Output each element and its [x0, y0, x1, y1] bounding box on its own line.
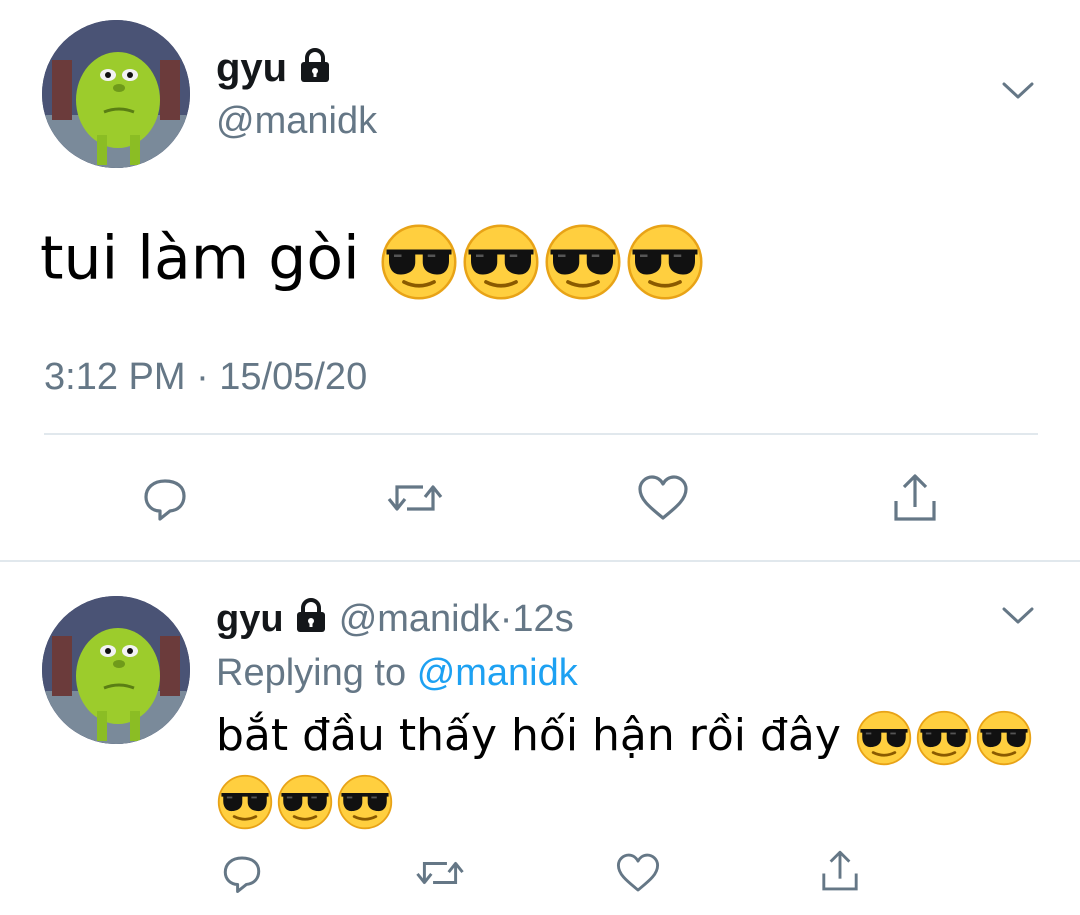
- smiling-face-with-sunglasses-icon: [381, 224, 457, 300]
- share-button[interactable]: [880, 468, 950, 528]
- reply-reply-button[interactable]: [212, 848, 272, 898]
- share-icon: [894, 474, 936, 521]
- divider: [44, 433, 1038, 435]
- reply-button[interactable]: [130, 468, 200, 528]
- smiling-face-with-sunglasses-icon: [976, 710, 1032, 766]
- emoji-group: [216, 774, 396, 830]
- smiling-face-with-sunglasses-icon: [545, 224, 621, 300]
- lock-icon: [298, 46, 332, 94]
- reply-icon: [223, 856, 261, 893]
- reply-share-button[interactable]: [810, 846, 870, 896]
- reply-text: bắt đầu thấy hối hận rồi đây: [216, 708, 1035, 767]
- heart-icon: [638, 475, 688, 520]
- smiling-face-with-sunglasses-icon: [217, 774, 273, 830]
- display-name[interactable]: gyu: [216, 44, 332, 94]
- reply-age[interactable]: 12s: [512, 598, 573, 640]
- reply-like-button[interactable]: [608, 848, 668, 898]
- share-icon: [822, 850, 858, 891]
- reply-handle[interactable]: @manidk: [339, 598, 500, 640]
- tweet-text-body: tui làm gòi: [40, 223, 360, 294]
- reply-text-body: bắt đầu thấy hối hận rồi đây: [216, 710, 841, 761]
- emoji-group: [855, 710, 1035, 766]
- retweet-icon: [387, 485, 443, 511]
- reply-display-name[interactable]: gyu: [216, 598, 284, 640]
- smiling-face-with-sunglasses-icon: [277, 774, 333, 830]
- reply-avatar[interactable]: [42, 596, 190, 744]
- reply-chevron-down-icon[interactable]: [1000, 603, 1036, 632]
- replying-to-link[interactable]: @manidk: [417, 652, 578, 694]
- display-name-text: gyu: [216, 46, 288, 90]
- smiling-face-with-sunglasses-icon: [337, 774, 393, 830]
- reply-header: gyu @manidk·12s: [216, 596, 574, 644]
- emoji-group: [379, 224, 707, 300]
- tweet-timestamp[interactable]: 3:12 PM · 15/05/20: [44, 354, 367, 400]
- avatar[interactable]: [42, 20, 190, 168]
- handle[interactable]: @manidk: [216, 98, 377, 144]
- tweet-text: tui làm gòi: [40, 222, 707, 302]
- separator: ·: [499, 598, 513, 640]
- replying-to: Replying to @manidk: [216, 650, 578, 696]
- smiling-face-with-sunglasses-icon: [856, 710, 912, 766]
- section-divider: [0, 560, 1080, 562]
- heart-icon: [616, 853, 660, 892]
- reply-text-line2: [216, 772, 396, 831]
- reply-retweet-button[interactable]: [410, 848, 470, 898]
- reply-icon: [144, 479, 186, 521]
- replying-prefix: Replying to: [216, 652, 407, 694]
- like-button[interactable]: [628, 468, 698, 528]
- smiling-face-with-sunglasses-icon: [627, 224, 703, 300]
- chevron-down-icon[interactable]: [1000, 78, 1036, 107]
- retweet-button[interactable]: [380, 468, 450, 528]
- retweet-icon: [416, 861, 464, 885]
- smiling-face-with-sunglasses-icon: [463, 224, 539, 300]
- lock-icon: [294, 597, 328, 644]
- smiling-face-with-sunglasses-icon: [916, 710, 972, 766]
